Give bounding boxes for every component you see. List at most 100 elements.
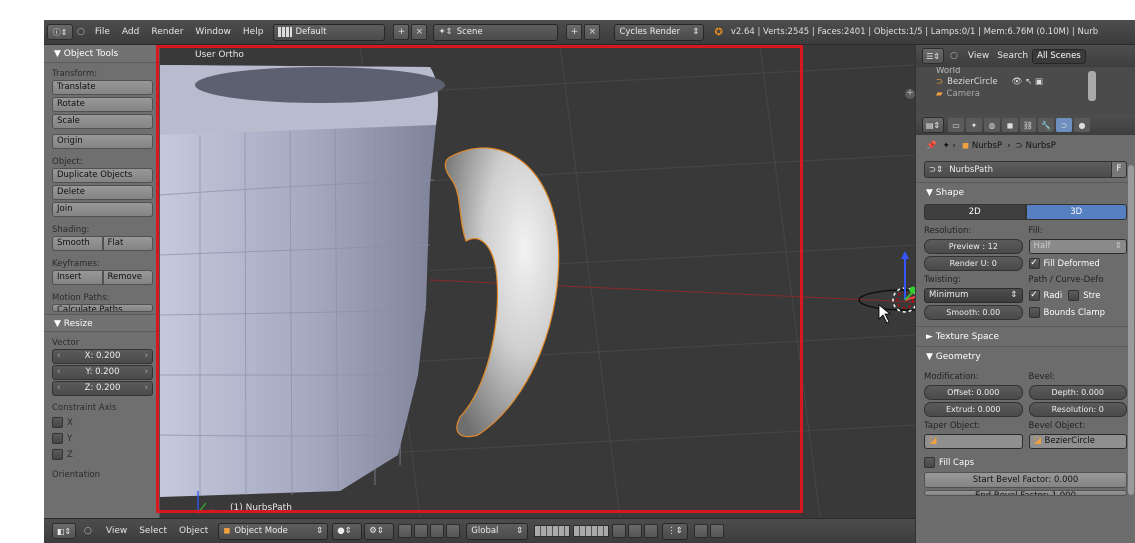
scale-button[interactable]: Scale bbox=[52, 114, 153, 129]
remove-keyframe-button[interactable]: Remove bbox=[102, 270, 153, 285]
fill-select[interactable]: Half ⇕ bbox=[1028, 239, 1127, 254]
offset-field[interactable]: Offset: 0.000 bbox=[924, 385, 1023, 400]
smooth-field[interactable]: Smooth: 0.00 bbox=[924, 305, 1023, 320]
layers-grid-1[interactable] bbox=[534, 525, 571, 537]
proportional-edit-icon[interactable] bbox=[628, 524, 643, 538]
constraint-x-checkbox[interactable]: X bbox=[52, 416, 159, 429]
menu-help[interactable]: Help bbox=[243, 27, 264, 37]
properties-editor-type-button[interactable]: ▤⇕ bbox=[922, 117, 944, 133]
fill-deformed-checkbox[interactable]: ✓ Fill Deformed bbox=[1028, 256, 1128, 271]
delete-layout-icon[interactable]: × bbox=[411, 24, 428, 40]
rotate-button[interactable]: Rotate bbox=[52, 97, 153, 112]
outliner-row-world[interactable]: World bbox=[916, 67, 1135, 75]
curve-datablock-field[interactable]: ⊃⇕ NurbsPath F bbox=[924, 161, 1127, 178]
object-tab-icon[interactable]: ◼ bbox=[1002, 118, 1018, 132]
extrude-field[interactable]: Extrud: 0.000 bbox=[924, 402, 1023, 417]
end-bevel-factor-field[interactable]: End Bevel Factor: 1.000 bbox=[924, 490, 1127, 496]
material-tab-icon[interactable]: ● bbox=[1074, 118, 1090, 132]
constraints-tab-icon[interactable]: ⛓ bbox=[1020, 118, 1036, 132]
menu-add[interactable]: Add bbox=[122, 27, 139, 37]
bevel-resolution-field[interactable]: Resolution: 0 bbox=[1028, 402, 1127, 417]
footer-select-menu[interactable]: Select bbox=[139, 526, 167, 536]
outliner-view-menu[interactable]: View bbox=[968, 51, 989, 61]
pivot-point-select[interactable]: ⚙⇕ bbox=[364, 522, 395, 540]
modifiers-tab-icon[interactable]: 🔧 bbox=[1038, 118, 1054, 132]
mode-3d-button[interactable]: 3D bbox=[1025, 204, 1127, 220]
taper-object-field[interactable]: ◪ bbox=[924, 434, 1023, 449]
twisting-select[interactable]: Minimum ⇕ bbox=[924, 288, 1023, 303]
add-layout-icon[interactable]: + bbox=[393, 24, 410, 40]
bounds-clamp-checkbox[interactable]: Bounds Clamp bbox=[1028, 305, 1128, 320]
calculate-paths-button[interactable]: Calculate Paths bbox=[52, 304, 153, 312]
pin-icon[interactable]: 📌 bbox=[926, 141, 937, 151]
cup-handle-mesh[interactable] bbox=[444, 147, 560, 438]
footer-object-menu[interactable]: Object bbox=[179, 526, 208, 536]
viewport-shading-select[interactable]: ●⇕ bbox=[332, 522, 363, 540]
manipulator-toggle-icon[interactable] bbox=[398, 524, 413, 538]
outliner-row-camera[interactable]: ▰ Camera bbox=[916, 89, 1135, 99]
visibility-eye-icon[interactable]: 👁 ↖ ▣ bbox=[1012, 77, 1043, 87]
nurbs-path-object[interactable] bbox=[858, 251, 915, 313]
render-engine-select[interactable]: Cycles Render ⇕ bbox=[614, 23, 705, 41]
screen-layout-select[interactable]: Default bbox=[273, 23, 386, 41]
duplicate-objects-button[interactable]: Duplicate Objects bbox=[52, 168, 153, 183]
collapse-menus-icon[interactable]: ○ bbox=[950, 51, 958, 61]
collapse-menus-icon[interactable]: ○ bbox=[84, 526, 92, 536]
delete-scene-icon[interactable]: × bbox=[584, 24, 601, 40]
editor-type-button[interactable]: ⓘ⇕ bbox=[47, 24, 73, 40]
constraint-y-checkbox[interactable]: Y bbox=[52, 432, 159, 445]
flat-button[interactable]: Flat bbox=[102, 236, 153, 251]
smooth-button[interactable]: Smooth bbox=[52, 236, 103, 251]
fill-caps-checkbox[interactable]: Fill Caps bbox=[924, 455, 1127, 470]
panel-texture-space-header[interactable]: ► Texture Space bbox=[916, 326, 1135, 346]
outliner-scrollbar[interactable] bbox=[1088, 71, 1096, 101]
scale-manipulator-icon[interactable] bbox=[446, 524, 461, 538]
collapse-menus-icon[interactable]: ○ bbox=[77, 27, 85, 37]
menu-render[interactable]: Render bbox=[151, 27, 183, 37]
3d-viewport[interactable]: User Ortho (1) NurbsPath + bbox=[160, 45, 915, 518]
resize-y-field[interactable]: Y: 0.200 bbox=[52, 365, 153, 380]
translate-button[interactable]: Translate bbox=[52, 80, 153, 95]
preview-resolution-field[interactable]: Preview : 12 bbox=[924, 239, 1023, 254]
cup-mesh[interactable] bbox=[160, 65, 445, 497]
panel-object-tools-header[interactable]: ▼ Object Tools bbox=[44, 45, 159, 63]
footer-view-menu[interactable]: View bbox=[106, 526, 127, 536]
menu-window[interactable]: Window bbox=[195, 27, 231, 37]
start-bevel-factor-field[interactable]: Start Bevel Factor: 0.000 bbox=[924, 472, 1127, 488]
mode-2d-button[interactable]: 2D bbox=[924, 204, 1026, 220]
curve-data-tab-icon[interactable]: ⊃ bbox=[1056, 118, 1072, 132]
bevel-object-field[interactable]: ◪ BezierCircle bbox=[1028, 434, 1127, 449]
outliner-row-beziercircle[interactable]: ⊃ BezierCircle 👁 ↖ ▣ bbox=[916, 75, 1135, 89]
join-button[interactable]: Join bbox=[52, 202, 153, 217]
panel-shape-header[interactable]: ▼ Shape bbox=[916, 182, 1135, 202]
constraint-z-checkbox[interactable]: Z bbox=[52, 448, 159, 461]
lock-layers-icon[interactable] bbox=[612, 524, 627, 538]
plus-icon[interactable]: + bbox=[905, 89, 915, 99]
resize-z-field[interactable]: Z: 0.200 bbox=[52, 381, 153, 396]
render-preview-icon[interactable] bbox=[694, 524, 709, 538]
outliner-display-select[interactable]: All Scenes bbox=[1032, 48, 1086, 64]
insert-keyframe-button[interactable]: Insert bbox=[52, 270, 103, 285]
add-scene-icon[interactable]: + bbox=[566, 24, 583, 40]
render-resolution-field[interactable]: Render U: 0 bbox=[924, 256, 1023, 271]
origin-button[interactable]: Origin bbox=[52, 134, 153, 149]
translate-manipulator-icon[interactable] bbox=[414, 524, 429, 538]
bevel-depth-field[interactable]: Depth: 0.000 bbox=[1028, 385, 1127, 400]
snap-icon[interactable] bbox=[644, 524, 659, 538]
viewport-canvas[interactable] bbox=[160, 45, 915, 518]
outliner-editor-type-button[interactable]: ☰⇕ bbox=[922, 48, 944, 64]
scene-tab-icon[interactable]: ✦ bbox=[966, 118, 982, 132]
panel-geometry-header[interactable]: ▼ Geometry bbox=[916, 346, 1135, 366]
delete-button[interactable]: Delete bbox=[52, 185, 153, 200]
panel-resize-header[interactable]: ▼ Resize bbox=[44, 314, 159, 332]
checkmark-icon[interactable]: ✓ bbox=[1028, 290, 1040, 301]
checkbox-box[interactable] bbox=[1068, 290, 1080, 301]
menu-file[interactable]: File bbox=[95, 27, 110, 37]
world-tab-icon[interactable]: ◍ bbox=[984, 118, 1000, 132]
render-tab-icon[interactable]: ▭ bbox=[948, 118, 964, 132]
transform-orientation-select[interactable]: Global ⇕ bbox=[466, 522, 529, 540]
layers-grid-2[interactable] bbox=[573, 525, 610, 537]
viewport-editor-type-button[interactable]: ◧⇕ bbox=[52, 523, 76, 539]
resize-x-field[interactable]: X: 0.200 bbox=[52, 349, 153, 364]
scene-select[interactable]: ✦⇕ Scene bbox=[433, 23, 559, 41]
